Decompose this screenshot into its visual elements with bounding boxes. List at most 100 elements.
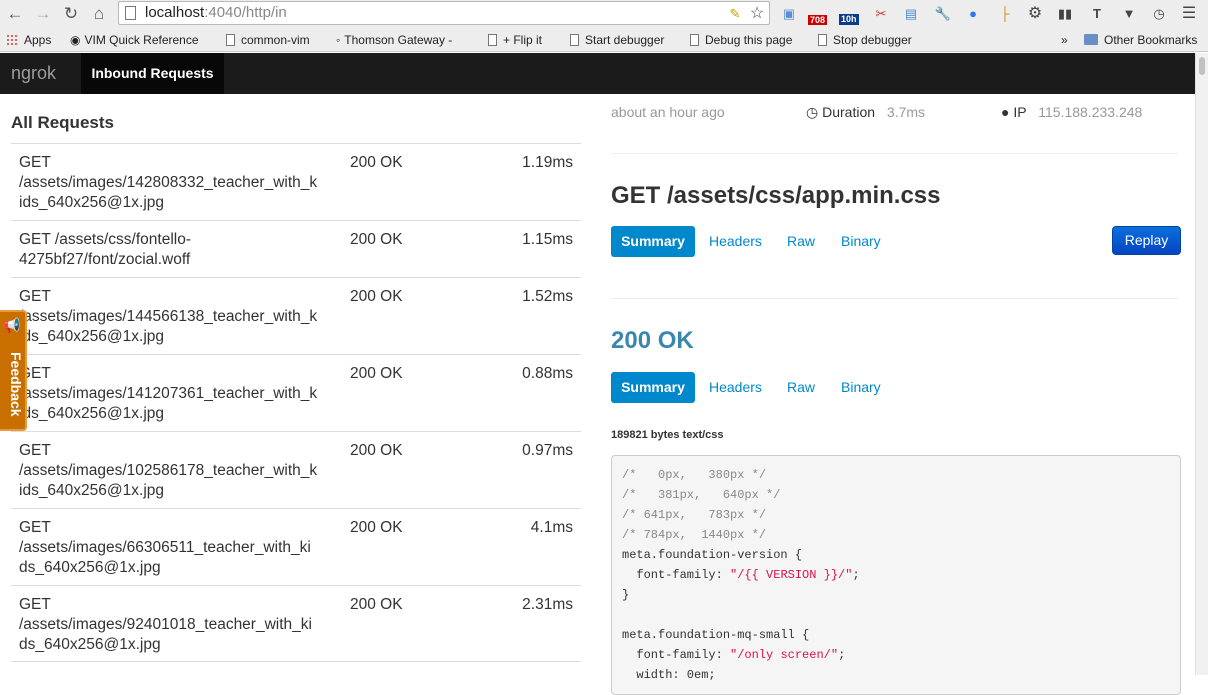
bookmark-label: + Flip it: [503, 33, 543, 47]
address-bar[interactable]: localhost:4040/http/in: [118, 1, 770, 25]
page-scrollbar[interactable]: [1195, 53, 1208, 675]
bookmark-flip-it[interactable]: + Flip it: [488, 32, 542, 48]
bookmark-vim[interactable]: ◉ VIM Quick Reference: [70, 32, 199, 48]
document-icon: [570, 34, 579, 46]
request-path: GET /assets/images/66306511_teacher_with…: [19, 519, 311, 576]
table-row[interactable]: GET /assets/css/fontello-4275bf27/font/z…: [11, 220, 581, 277]
code-line: font-family: "/{{ VERSION }}/";: [622, 568, 860, 582]
home-icon[interactable]: ⌂: [88, 3, 110, 25]
star-icon[interactable]: ☆: [746, 3, 768, 25]
compass-icon[interactable]: ●: [962, 3, 984, 25]
folder-icon: [1084, 34, 1098, 45]
request-duration: 0.88ms: [522, 365, 573, 382]
table-row[interactable]: GET /assets/images/142808332_teacher_wit…: [11, 143, 581, 220]
response-tab-raw[interactable]: Raw: [787, 372, 815, 403]
request-status: 200 OK: [350, 442, 403, 459]
request-duration: 1.15ms: [522, 231, 573, 248]
duration-value: 3.7ms: [886, 104, 926, 120]
feedback-tab[interactable]: 📢 Feedback: [0, 310, 27, 431]
apps-grid-icon: [6, 34, 18, 46]
code-line: /* 784px, 1440px */: [622, 528, 767, 542]
code-line: /* 641px, 783px */: [622, 508, 767, 522]
bookmark-label: Start debugger: [585, 33, 665, 47]
megaphone-icon: 📢: [3, 317, 21, 333]
divider: [611, 298, 1179, 299]
wrench-icon[interactable]: 🔧: [932, 3, 954, 25]
code-line: /* 381px, 640px */: [622, 488, 781, 502]
panels-icon[interactable]: ▮▮: [1054, 3, 1076, 25]
response-tab-binary[interactable]: Binary: [841, 372, 881, 403]
response-tab-summary[interactable]: Summary: [611, 372, 695, 403]
duration-meta: ◷ Duration 3.7ms: [806, 104, 925, 121]
table-row[interactable]: GET /assets/images/144566138_teacher_wit…: [11, 277, 581, 354]
table-row[interactable]: GET /assets/images/92401018_teacher_with…: [11, 585, 581, 662]
table-row[interactable]: GET /assets/images/141207361_teacher_wit…: [11, 354, 581, 431]
request-status: 200 OK: [350, 596, 403, 613]
forward-arrow-icon[interactable]: →: [32, 3, 54, 25]
bookmarks-overflow-button[interactable]: »: [1061, 32, 1068, 48]
code-line: /* 0px, 380px */: [622, 468, 767, 482]
cat-icon[interactable]: ▼: [1118, 3, 1140, 25]
feedback-label: Feedback: [8, 352, 24, 417]
scissors-icon[interactable]: ✂: [870, 3, 892, 25]
request-tab-raw[interactable]: Raw: [787, 226, 815, 257]
code-line: }: [622, 588, 630, 602]
ip-meta: ● IP 115.188.233.248: [1001, 104, 1142, 120]
request-status: 200 OK: [350, 519, 403, 536]
vim-icon: ◉: [70, 33, 81, 47]
bookmark-label: Thomson Gateway -: [344, 33, 453, 47]
reload-icon[interactable]: ↻: [60, 3, 82, 25]
back-arrow-icon[interactable]: ←: [4, 3, 26, 25]
request-status: 200 OK: [350, 365, 403, 382]
bookmark-stop-debugger[interactable]: Stop debugger: [818, 32, 912, 48]
window-icon[interactable]: ▣: [778, 3, 800, 25]
ruler-icon[interactable]: ├: [994, 3, 1016, 25]
app-navbar: ngrok Inbound Requests: [0, 53, 1195, 94]
ip-value: 115.188.233.248: [1038, 104, 1143, 120]
bookmarks-bar: Apps ◉ VIM Quick Reference common-vim ◦ Th…: [0, 28, 1208, 52]
calendar-badge: 10h: [839, 14, 859, 25]
screenshot-icon[interactable]: ▤: [900, 3, 922, 25]
scrollbar-thumb[interactable]: [1199, 57, 1205, 75]
request-tab-binary[interactable]: Binary: [841, 226, 881, 257]
nav-inbound-requests[interactable]: Inbound Requests: [81, 53, 224, 94]
response-body-code[interactable]: /* 0px, 380px */ /* 381px, 640px */ /* 6…: [611, 455, 1181, 695]
url-path: :4040/http/in: [204, 4, 287, 21]
bookmark-label: common-vim: [241, 33, 310, 47]
page-icon: [125, 6, 136, 20]
response-tab-headers[interactable]: Headers: [709, 372, 762, 403]
gear-icon[interactable]: ⚙: [1024, 3, 1046, 25]
bookmark-start-debugger[interactable]: Start debugger: [570, 32, 664, 48]
request-status: 200 OK: [350, 288, 403, 305]
code-line: font-family: "/only screen/";: [622, 648, 846, 662]
brand-logo[interactable]: ngrok: [11, 53, 56, 94]
request-status: 200 OK: [350, 231, 403, 248]
bookmark-apps[interactable]: Apps: [6, 32, 51, 48]
request-tab-headers[interactable]: Headers: [709, 226, 762, 257]
text-icon[interactable]: T: [1086, 3, 1108, 25]
document-icon: [818, 34, 827, 46]
request-path: GET /assets/images/102586178_teacher_wit…: [19, 442, 318, 499]
code-line: meta.foundation-version {: [622, 548, 803, 562]
mail-icon[interactable]: 708: [808, 3, 830, 25]
document-icon: [690, 34, 699, 46]
request-tab-summary[interactable]: Summary: [611, 226, 695, 257]
table-row[interactable]: GET /assets/images/66306511_teacher_with…: [11, 508, 581, 585]
clock-icon: ◷: [806, 104, 819, 120]
menu-icon[interactable]: ☰: [1178, 3, 1200, 25]
table-row[interactable]: GET /assets/images/102586178_teacher_wit…: [11, 431, 581, 508]
divider: [611, 153, 1179, 154]
bookmark-other[interactable]: Other Bookmarks: [1084, 32, 1197, 48]
document-icon: [488, 34, 497, 46]
bookmark-label: Stop debugger: [833, 33, 912, 47]
clock-extension-icon[interactable]: ◷: [1148, 3, 1170, 25]
request-path: GET /assets/images/92401018_teacher_with…: [19, 596, 312, 653]
bookmark-manager-icon[interactable]: ✎: [724, 3, 746, 25]
bookmark-common-vim[interactable]: common-vim: [226, 32, 310, 48]
globe-icon: ◦: [336, 33, 341, 47]
calendar-icon[interactable]: 10h: [838, 3, 860, 25]
replay-button[interactable]: Replay: [1112, 226, 1181, 255]
document-icon: [226, 34, 235, 46]
bookmark-debug-this-page[interactable]: Debug this page: [690, 32, 792, 48]
bookmark-thomson-gateway[interactable]: ◦ Thomson Gateway -: [336, 32, 452, 48]
